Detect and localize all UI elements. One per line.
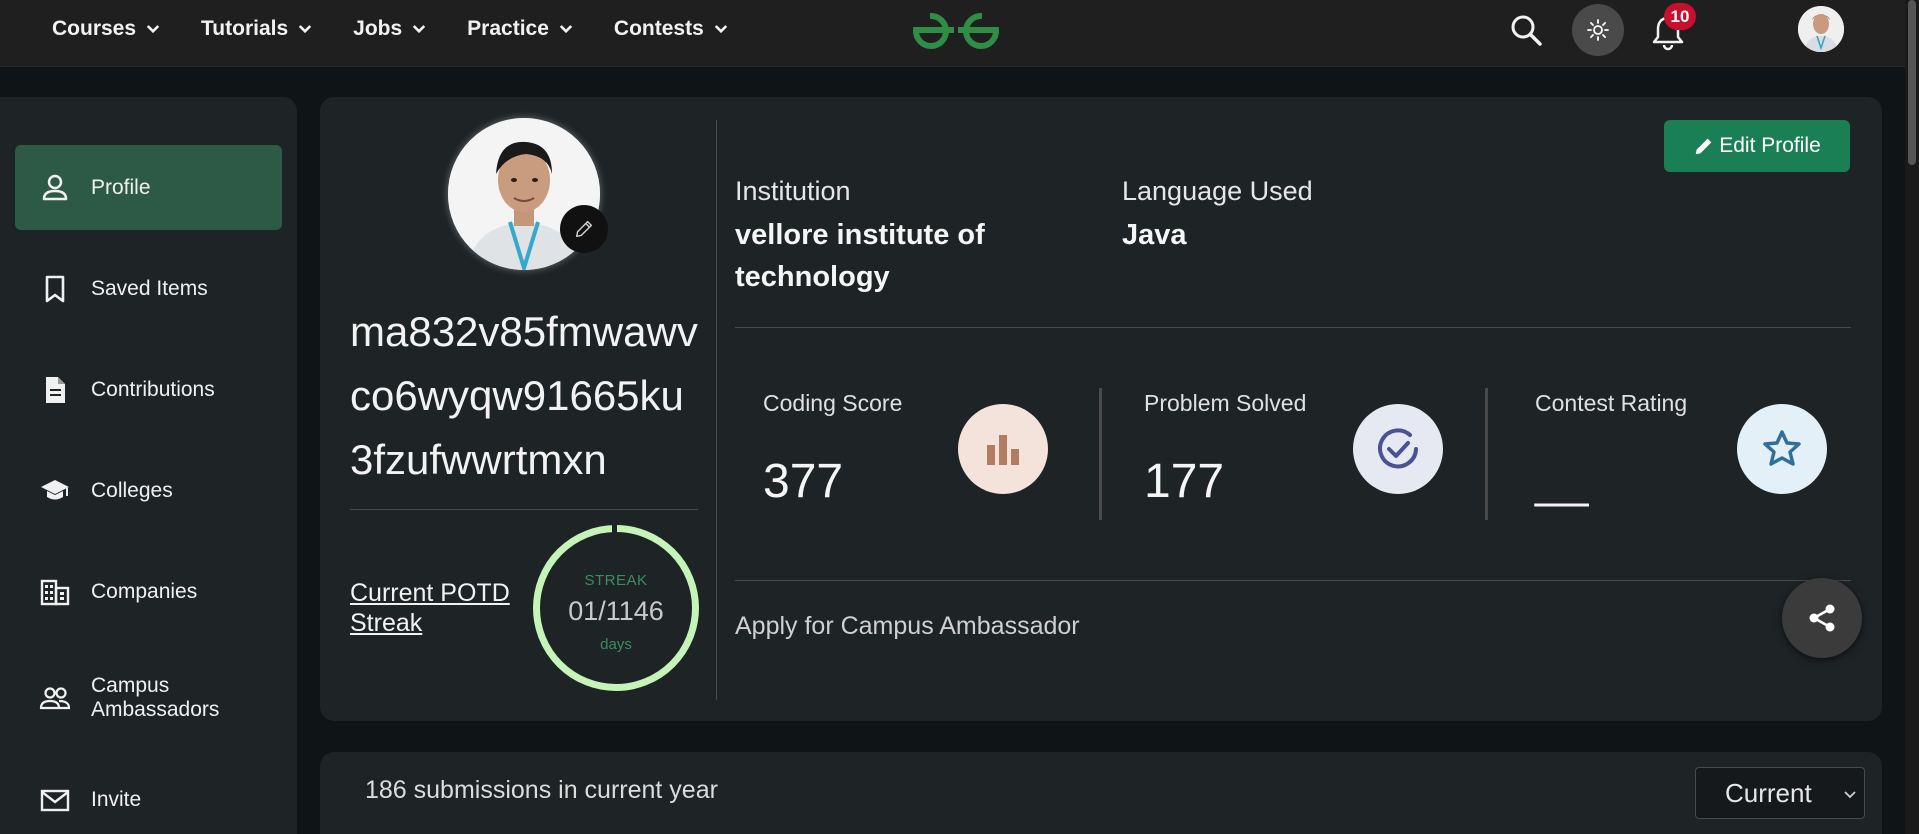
scrollbar-thumb[interactable] [1908, 0, 1916, 165]
nav-practice-label: Practice [467, 17, 549, 40]
share-icon [1809, 604, 1835, 632]
building-icon [40, 579, 70, 605]
user-avatar[interactable] [1798, 6, 1844, 52]
share-button[interactable] [1782, 578, 1862, 658]
avatar-photo [1798, 6, 1844, 52]
sidebar-item-contributions[interactable]: Contributions [15, 347, 282, 432]
bar-chart-icon [987, 435, 1019, 465]
star-icon [1763, 430, 1801, 466]
nav-jobs-label: Jobs [353, 17, 403, 40]
problem-solved-badge [1353, 404, 1443, 494]
sidebar-item-profile[interactable]: Profile [15, 145, 282, 230]
graduation-cap-icon [41, 479, 69, 499]
problem-solved-value: 177 [1144, 455, 1225, 508]
sidebar-item-label: Companies [91, 579, 198, 603]
nav-menu: Courses Tutorials Jobs Practice Contests [52, 0, 769, 58]
nav-contests-label: Contests [613, 17, 704, 40]
language-label: Language Used [1122, 176, 1313, 206]
chevron-down-icon [1844, 791, 1856, 799]
sidebar-item-companies[interactable]: Companies [15, 549, 282, 634]
sidebar-item-label: Colleges [91, 478, 173, 502]
vertical-divider [716, 120, 717, 700]
mail-icon [40, 789, 70, 811]
people-icon [39, 686, 71, 709]
apply-campus-ambassador-link[interactable]: Apply for Campus Ambassador [735, 612, 1080, 641]
nav-courses[interactable]: Courses [52, 17, 162, 41]
sidebar-item-colleges[interactable]: Colleges [15, 448, 282, 533]
divider [350, 509, 698, 510]
nav-contests[interactable]: Contests [614, 17, 730, 41]
sidebar-item-label: Contributions [91, 377, 215, 401]
chevron-down-icon [146, 25, 160, 34]
coding-score-badge [958, 404, 1048, 494]
chevron-down-icon [714, 25, 727, 34]
contest-rating-badge [1737, 404, 1827, 494]
pencil-icon [1695, 138, 1712, 155]
pencil-icon [575, 220, 593, 238]
edit-avatar-button[interactable] [560, 205, 608, 253]
year-select-value: Current [1725, 777, 1812, 808]
chevron-down-icon [559, 25, 573, 34]
top-navbar: Courses Tutorials Jobs Practice Contests [0, 0, 1919, 67]
submissions-count: 186 submissions in current year [365, 776, 718, 804]
sidebar-item-saved-items[interactable]: Saved Items [15, 246, 282, 331]
problem-solved-label: Problem Solved [1144, 390, 1307, 416]
stat-divider [1485, 388, 1488, 520]
gfg-logo[interactable] [908, 6, 1004, 54]
notification-badge: 10 [1664, 3, 1696, 30]
streak-value: 01/1146 [568, 596, 664, 626]
contest-rating-label: Contest Rating [1535, 390, 1688, 416]
nav-practice[interactable]: Practice [467, 17, 575, 41]
check-circle-icon [1378, 428, 1418, 469]
coding-score-label: Coding Score [763, 390, 903, 416]
divider [735, 580, 1851, 581]
bookmark-icon [45, 275, 65, 302]
edit-profile-label: Edit Profile [1719, 134, 1821, 157]
sidebar-item-label: Profile [91, 175, 151, 199]
sidebar-item-invite[interactable]: Invite [15, 757, 282, 834]
divider [735, 327, 1851, 328]
coding-score-value: 377 [763, 455, 844, 508]
streak-title: STREAK [584, 572, 648, 589]
sidebar-item-campus-ambassadors[interactable]: Campus Ambassadors [15, 655, 282, 740]
chevron-down-icon [412, 25, 426, 34]
institution-value: vellore institute of technology [735, 219, 985, 293]
document-icon [46, 376, 65, 403]
nav-courses-label: Courses [52, 17, 137, 40]
streak-unit: days [600, 636, 632, 653]
person-icon [42, 174, 68, 200]
chevron-down-icon [298, 25, 312, 34]
search-icon[interactable] [1508, 12, 1544, 48]
sidebar-item-label: Invite [91, 787, 142, 811]
nav-tutorials[interactable]: Tutorials [201, 17, 314, 41]
nav-jobs[interactable]: Jobs [353, 17, 428, 41]
edit-profile-button[interactable]: Edit Profile [1664, 120, 1850, 172]
language-value: Java [1122, 219, 1187, 251]
contest-rating-value: __ [1535, 455, 1589, 508]
nav-tutorials-label: Tutorials [201, 17, 289, 40]
sun-icon [1587, 19, 1609, 41]
institution-label: Institution [735, 176, 851, 206]
username: ma832v85fmwawvco6wyqw91665ku3fzufwwrtmxn [350, 308, 698, 483]
theme-toggle-button[interactable] [1572, 4, 1624, 56]
sidebar-item-label: Saved Items [91, 276, 208, 300]
year-select[interactable]: Current [1695, 767, 1865, 819]
potd-streak-link[interactable]: Current POTD Streak [350, 578, 530, 638]
sidebar-item-label: Campus Ambassadors [91, 673, 220, 721]
streak-ring-notch [612, 525, 617, 535]
stat-divider [1099, 388, 1102, 520]
